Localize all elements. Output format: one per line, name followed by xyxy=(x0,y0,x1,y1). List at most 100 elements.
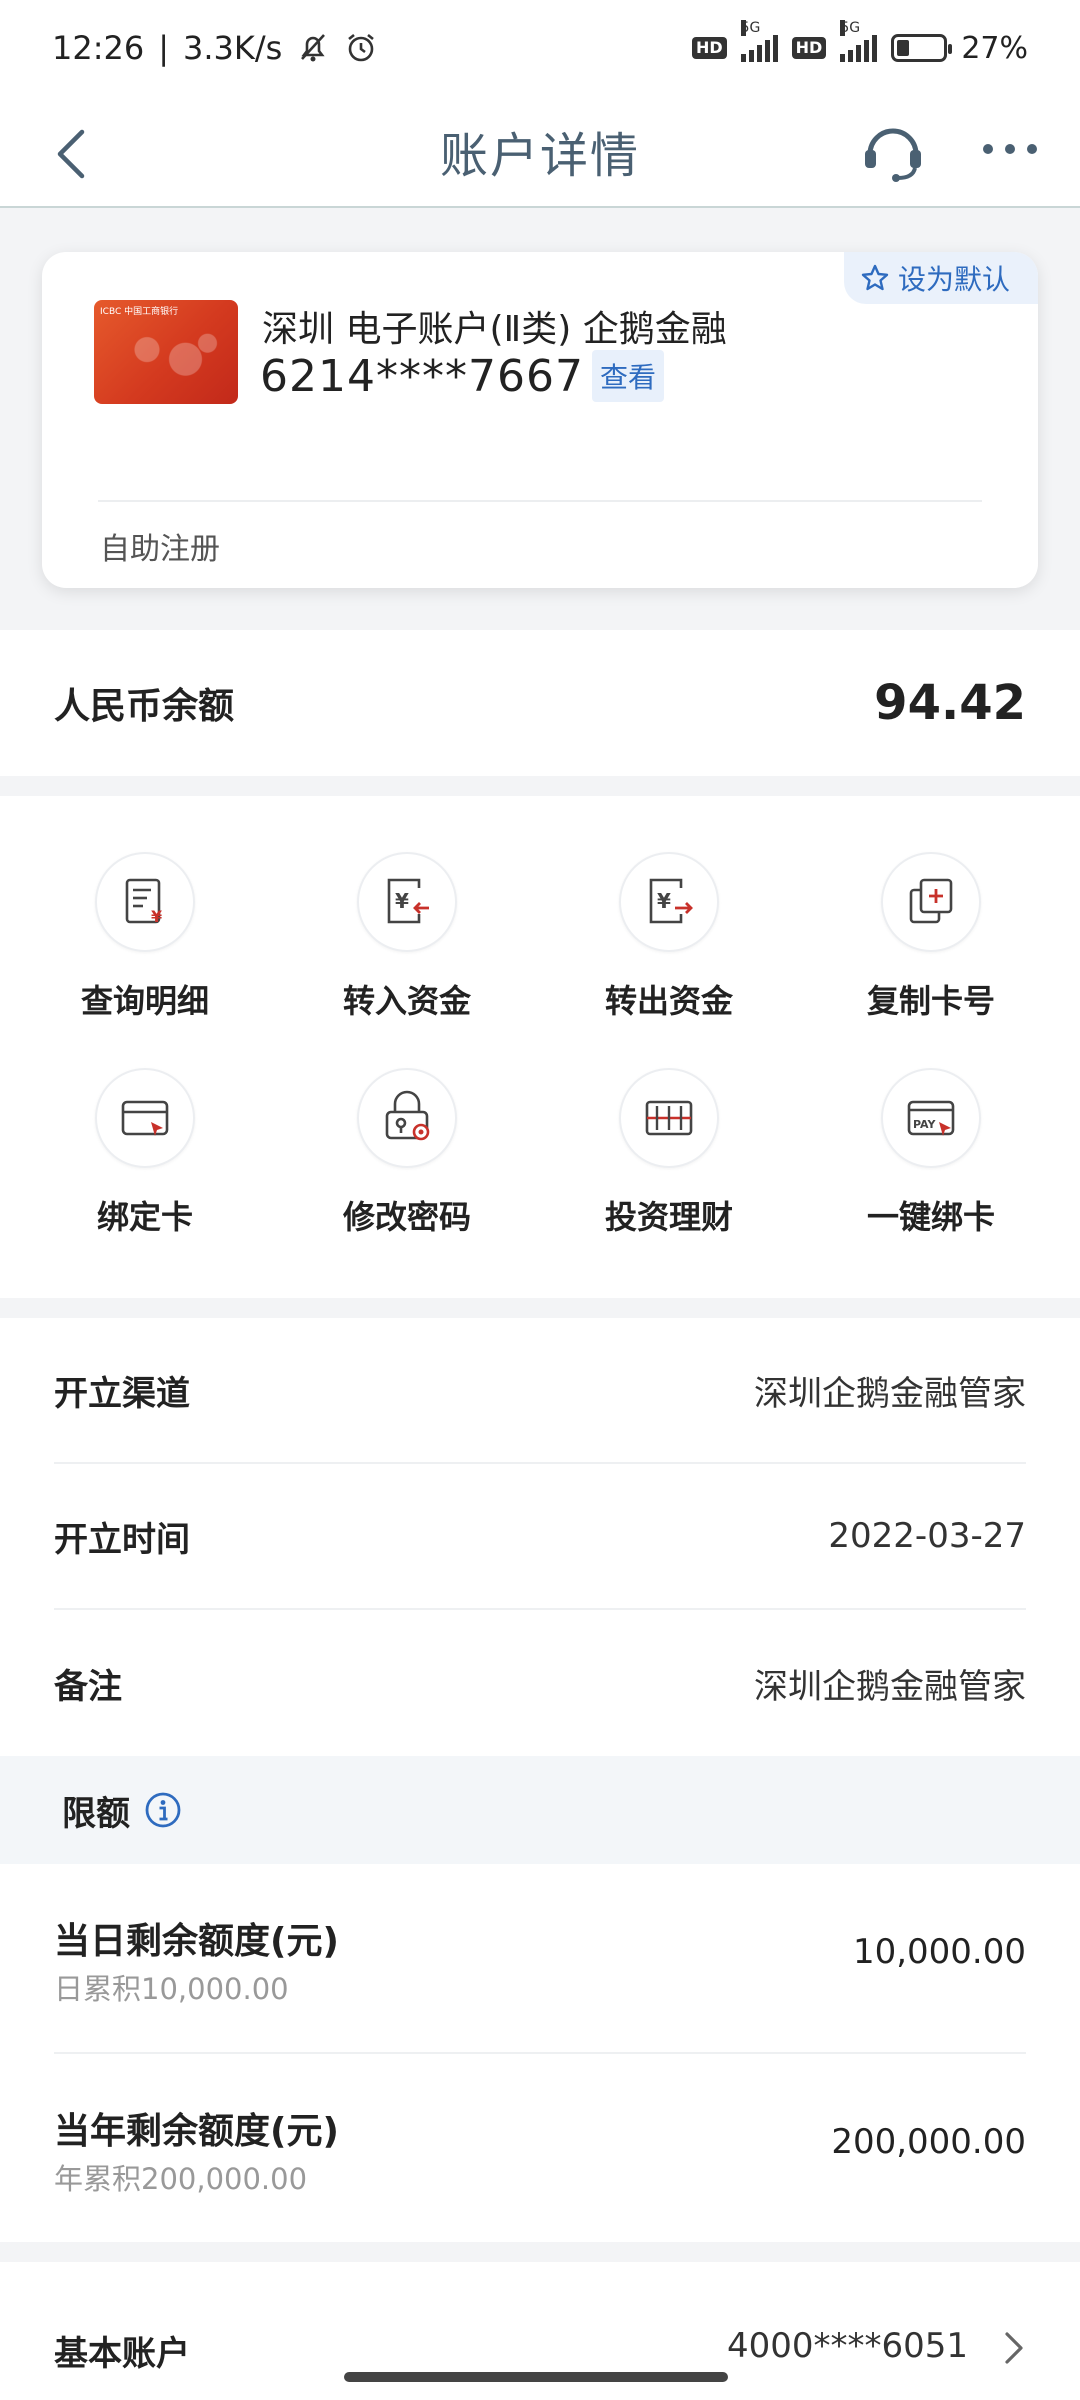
change-password-icon xyxy=(385,1090,430,1141)
info-label: 开立渠道 xyxy=(54,1373,190,1414)
limit-subtitle: 日累积10,000.00 xyxy=(54,1972,289,2006)
navigation-bar: 账户详情 xyxy=(0,96,1080,208)
signal-icon-2: 5G xyxy=(840,20,878,62)
action-bind-card-label: 绑定卡 xyxy=(96,1198,193,1236)
action-change-password-circle xyxy=(357,1068,457,1168)
signal-icon-1: 5G xyxy=(740,20,778,62)
limits-header: 限额 xyxy=(0,1756,1080,1864)
status-time: 12:26 xyxy=(52,29,145,67)
action-transfer-out-label: 转出资金 xyxy=(604,982,733,1020)
action-copy-card[interactable]: 复制卡号 xyxy=(800,852,1062,1052)
customer-service-icon[interactable] xyxy=(858,116,928,186)
account-card[interactable]: 设为默认 ICBC 中国工商银行 深圳 电子账户(Ⅱ类) 企鹅金融 6214**… xyxy=(42,252,1038,588)
battery-percent: 27% xyxy=(961,30,1028,66)
info-row-remark: 备注 深圳企鹅金融管家 xyxy=(54,1610,1026,1756)
copy-card-icon xyxy=(909,878,953,924)
info-value: 深圳企鹅金融管家 xyxy=(754,1373,1026,1414)
info-row-open-date: 开立时间 2022-03-27 xyxy=(54,1464,1026,1610)
chevron-right-icon xyxy=(1005,2332,1023,2364)
svg-text:¥: ¥ xyxy=(151,907,162,926)
limit-title: 当日剩余额度(元) xyxy=(54,1921,339,1962)
hd-badge-2: HD xyxy=(791,37,827,59)
more-icon[interactable] xyxy=(980,134,1040,164)
account-info-list: 开立渠道 深圳企鹅金融管家 开立时间 2022-03-27 备注 深圳企鹅金融管… xyxy=(0,1318,1080,1756)
limit-value: 200,000.00 xyxy=(831,2122,1026,2162)
hd-badge-1: HD xyxy=(691,37,727,59)
investment-icon xyxy=(645,1100,693,1136)
home-indicator[interactable] xyxy=(344,2372,728,2382)
limits-title: 限额 xyxy=(62,1793,130,1834)
basic-account-label: 基本账户 xyxy=(54,2334,190,2374)
network-label-2: 5G xyxy=(840,20,861,36)
star-outline-icon xyxy=(861,264,889,291)
card-number-row: 6214****7667 查看 xyxy=(260,350,664,402)
bind-card-icon xyxy=(121,1100,169,1136)
action-copy-card-circle xyxy=(881,852,981,952)
battery-icon xyxy=(891,34,953,62)
action-copy-card-label: 复制卡号 xyxy=(866,982,995,1020)
card-footer-text: 自助注册 xyxy=(100,532,220,567)
info-value: 深圳企鹅金融管家 xyxy=(754,1666,1026,1707)
mute-bell-icon xyxy=(301,34,326,62)
action-transfer-out-circle: ¥ xyxy=(619,852,719,952)
alarm-icon xyxy=(348,33,375,62)
svg-text:PAY: PAY xyxy=(913,1118,937,1131)
set-default-label: 设为默认 xyxy=(897,263,1010,296)
info-label: 备注 xyxy=(54,1666,122,1707)
transfer-in-icon: ¥ xyxy=(387,878,429,924)
info-value: 2022-03-27 xyxy=(828,1516,1026,1556)
action-change-password-label: 修改密码 xyxy=(342,1198,471,1236)
set-default-button[interactable]: 设为默认 xyxy=(843,252,1038,304)
limit-title: 当年剩余额度(元) xyxy=(54,2111,339,2152)
bank-card-image: ICBC 中国工商银行 xyxy=(94,300,238,404)
action-investment-label: 投资理财 xyxy=(604,1198,733,1236)
action-change-password[interactable]: 修改密码 xyxy=(276,1068,538,1268)
action-transfer-in-label: 转入资金 xyxy=(342,982,471,1020)
battery-fill xyxy=(897,40,910,56)
action-bind-card[interactable]: 绑定卡 xyxy=(14,1068,276,1268)
network-label-1: 5G xyxy=(740,20,761,36)
basic-account-value: 4000****6051 xyxy=(726,2326,968,2366)
card-map-decoration xyxy=(114,324,224,388)
status-left: 12:26 | 3.3K/s xyxy=(52,29,378,67)
status-right: HD 5G HD 5G 27% xyxy=(691,20,1028,66)
balance-label: 人民币余额 xyxy=(54,686,235,727)
card-number: 6214****7667 xyxy=(260,350,584,402)
action-statement[interactable]: ¥ 查询明细 xyxy=(14,852,276,1052)
action-transfer-in-circle: ¥ xyxy=(357,852,457,952)
status-net-speed: 3.3K/s xyxy=(183,29,283,67)
page-title: 账户详情 xyxy=(439,128,640,184)
limit-value: 10,000.00 xyxy=(852,1932,1026,1972)
info-icon[interactable] xyxy=(144,1791,182,1829)
quick-bind-icon: PAY xyxy=(907,1100,955,1136)
limit-subtitle: 年累积200,000.00 xyxy=(54,2162,308,2196)
card-divider xyxy=(98,500,982,502)
action-transfer-out[interactable]: ¥ 转出资金 xyxy=(538,852,800,1052)
balance-value: 94.42 xyxy=(874,675,1026,731)
action-statement-label: 查询明细 xyxy=(80,982,209,1020)
limits-list: 当日剩余额度(元) 日累积10,000.00 10,000.00 当年剩余额度(… xyxy=(0,1864,1080,2242)
action-bind-card-circle xyxy=(95,1068,195,1168)
quick-actions-grid: ¥ 查询明细 ¥ 转入资金 ¥ 转出资金 复制卡号 绑定卡 修改密码 投资理财 … xyxy=(0,796,1080,1298)
action-investment-circle xyxy=(619,1068,719,1168)
status-separator: | xyxy=(158,29,169,67)
card-name: 深圳 电子账户(Ⅱ类) 企鹅金融 xyxy=(262,309,727,350)
view-card-number-button[interactable]: 查看 xyxy=(591,350,664,402)
svg-text:¥: ¥ xyxy=(657,889,671,913)
status-bar: 12:26 | 3.3K/s HD 5G HD 5G 27% xyxy=(0,0,1080,96)
svg-text:¥: ¥ xyxy=(395,889,409,913)
action-statement-circle: ¥ xyxy=(95,852,195,952)
balance-row: 人民币余额 94.42 xyxy=(0,630,1080,776)
action-investment[interactable]: 投资理财 xyxy=(538,1068,800,1268)
transfer-out-icon: ¥ xyxy=(649,878,693,924)
action-quick-bind[interactable]: PAY 一键绑卡 xyxy=(800,1068,1062,1268)
info-row-channel: 开立渠道 深圳企鹅金融管家 xyxy=(54,1318,1026,1464)
action-transfer-in[interactable]: ¥ 转入资金 xyxy=(276,852,538,1052)
back-arrow-icon[interactable] xyxy=(50,126,100,182)
action-quick-bind-label: 一键绑卡 xyxy=(866,1198,995,1236)
action-quick-bind-circle: PAY xyxy=(881,1068,981,1168)
bank-logo-text: ICBC 中国工商银行 xyxy=(100,307,179,317)
card-section: 设为默认 ICBC 中国工商银行 深圳 电子账户(Ⅱ类) 企鹅金融 6214**… xyxy=(0,210,1080,630)
info-label: 开立时间 xyxy=(54,1519,190,1560)
limit-row-yearly: 当年剩余额度(元) 年累积200,000.00 200,000.00 xyxy=(54,2054,1026,2244)
